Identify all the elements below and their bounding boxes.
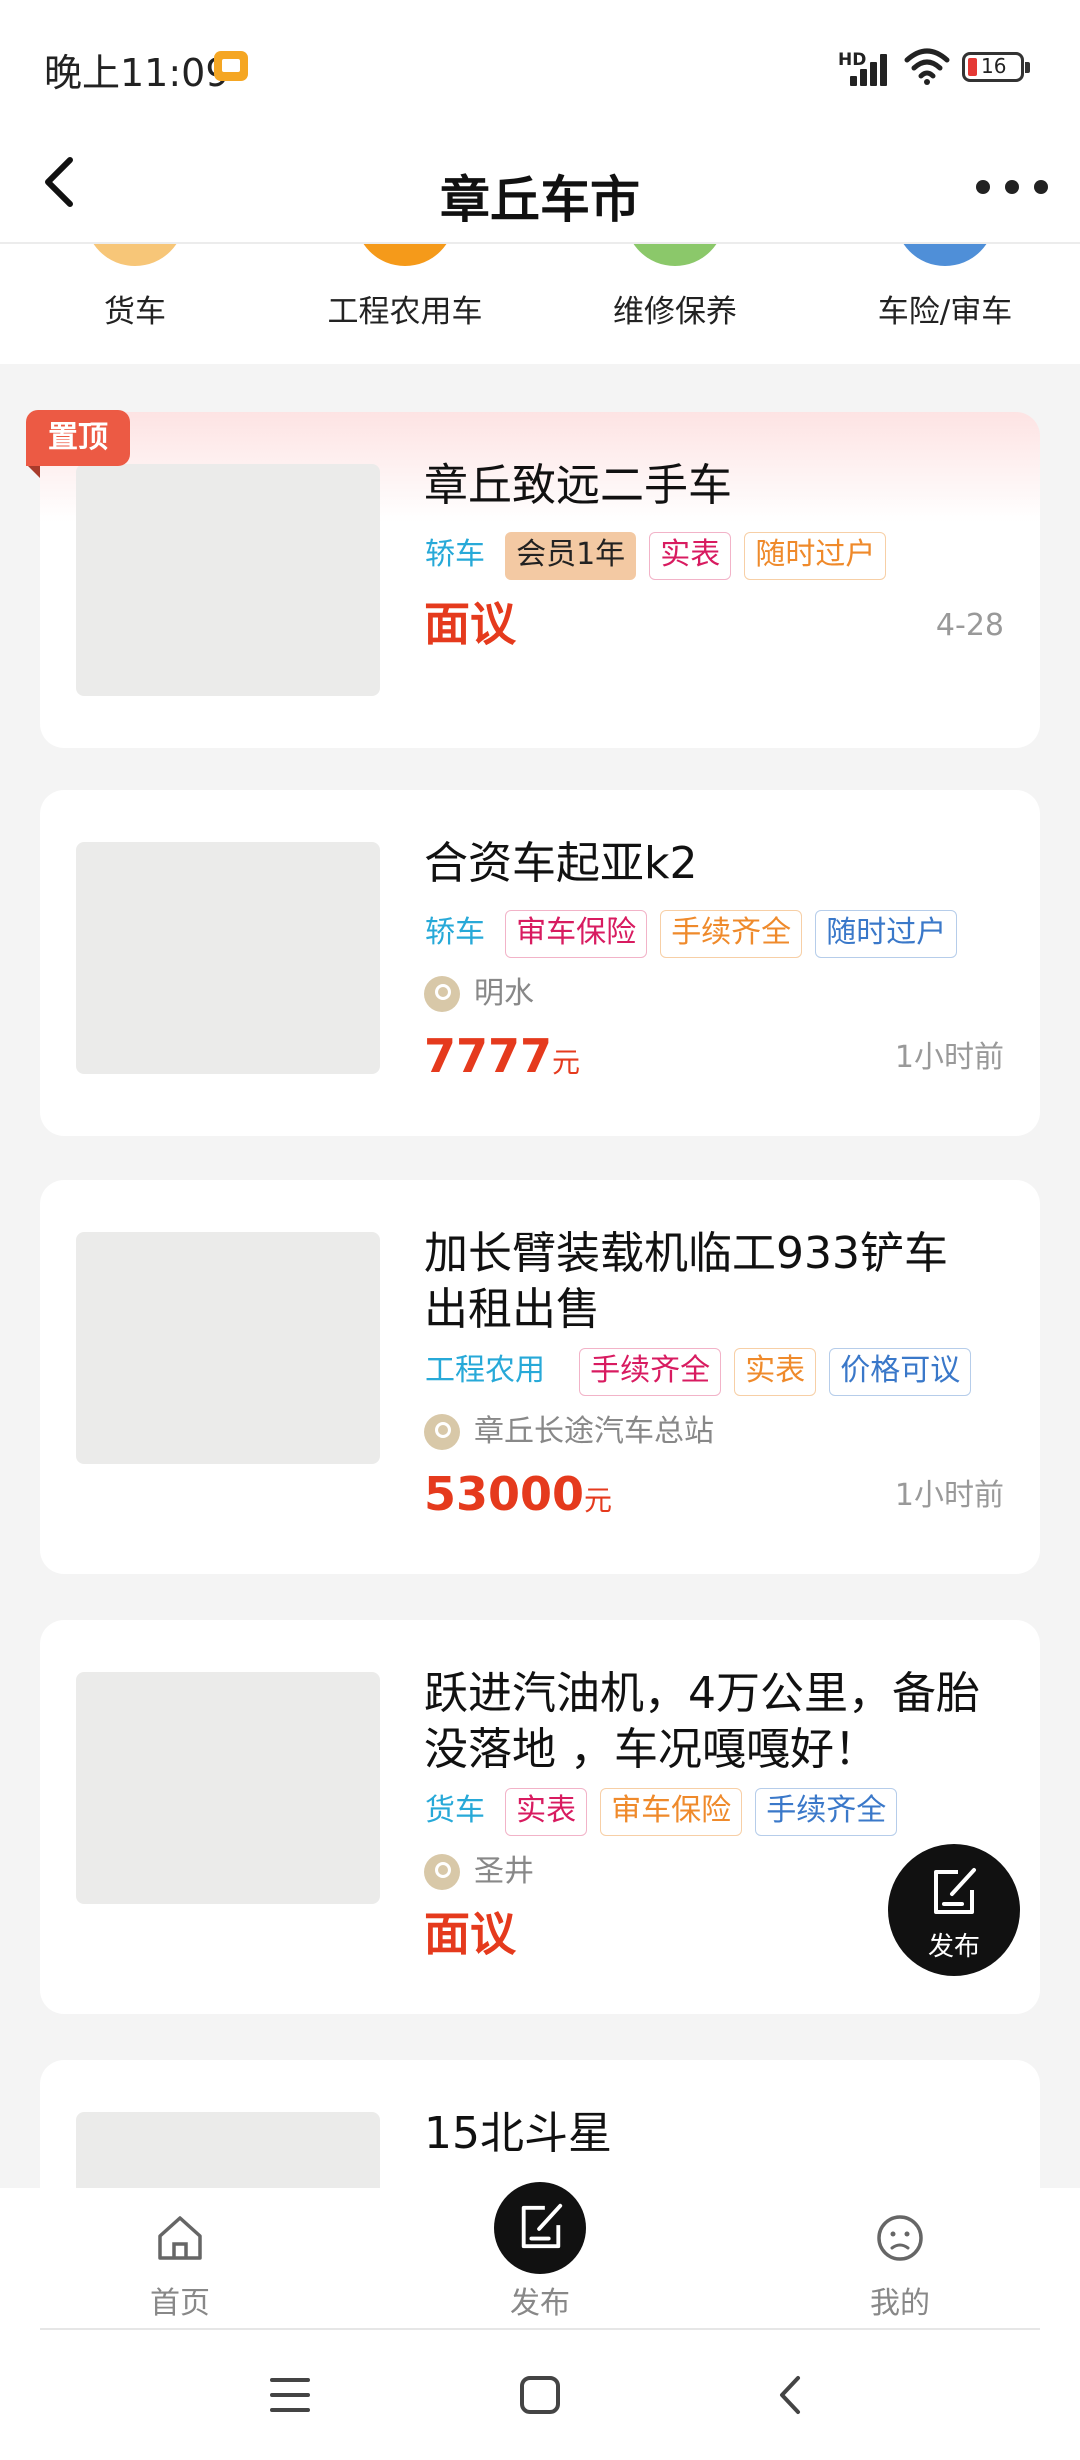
price-value: 面议: [424, 1907, 516, 1961]
tag: 价格可议: [829, 1348, 972, 1396]
category-strip: 货车 工程农用车 维修保养 车险/审车: [0, 244, 1080, 364]
tab-label: 我的: [870, 2286, 930, 2321]
listing-category: 工程农用: [425, 1353, 545, 1388]
category-label: 货车: [104, 294, 166, 330]
nav-bar: 章丘车市: [0, 130, 1080, 244]
price-value: 面议: [424, 597, 516, 651]
listing-time: 1小时前: [894, 1478, 1004, 1513]
listing-title-line: 跃进汽油机，4万公里，备胎: [424, 1668, 980, 1719]
tabbar-divider: [40, 2328, 1040, 2330]
tab-home[interactable]: 首页: [80, 2188, 280, 2330]
tag: 手续齐全: [660, 910, 803, 958]
tag: 手续齐全: [755, 1788, 898, 1836]
location-text: 章丘长途汽车总站: [474, 1414, 714, 1449]
listing-card[interactable]: 合资车起亚k2 轿车 审车保险 手续齐全 随时过户 明水 7777元 1小时前: [40, 790, 1040, 1136]
battery-level: 16: [981, 54, 1007, 78]
price-value: 53000: [424, 1467, 585, 1521]
tag: 实表: [734, 1348, 817, 1396]
tab-label: 发布: [510, 2286, 570, 2321]
price-unit: 元: [552, 1046, 581, 1079]
tag: 随时过户: [744, 532, 887, 580]
publish-fab-button[interactable]: 发布: [888, 1844, 1020, 1976]
fab-label: 发布: [927, 1932, 980, 1962]
location-text: 明水: [474, 976, 534, 1011]
message-notification-icon: [214, 51, 248, 81]
listing-category: 货车: [425, 1793, 485, 1828]
tag: 实表: [505, 1788, 588, 1836]
location-pin-icon: [424, 1854, 460, 1890]
listing-title: 加长臂装载机临工933铲车 出租出售: [424, 1226, 1010, 1338]
tag: 审车保险: [505, 910, 648, 958]
signal-icon: [842, 50, 890, 86]
system-nav-bar: [0, 2330, 1080, 2460]
tag: 随时过户: [815, 910, 958, 958]
listing-tags: 轿车 会员1年 实表 随时过户: [424, 532, 894, 580]
tag: 会员1年: [505, 532, 637, 580]
price-value: 7777: [424, 1029, 553, 1083]
menu-icon[interactable]: [230, 2330, 350, 2460]
listing-title: 章丘致远二手车: [424, 460, 732, 511]
listing-thumbnail[interactable]: [76, 464, 380, 696]
listing-title-line: 没落地 ，车况嘎嘎好！: [424, 1724, 878, 1775]
listing-tags: 工程农用 手续齐全 实表 价格可议: [424, 1348, 979, 1396]
listing-title-line: 加长臂装载机临工933铲车: [424, 1228, 948, 1279]
location-pin-icon: [424, 1414, 460, 1450]
edit-icon: [521, 2203, 563, 2249]
listing-tags: 轿车 审车保险 手续齐全 随时过户: [424, 910, 965, 958]
tab-mine[interactable]: 我的: [800, 2188, 1000, 2330]
insurance-category-icon: [895, 244, 995, 266]
price-unit: 元: [584, 1484, 613, 1517]
pinned-badge: 置顶: [26, 410, 130, 466]
tab-label: 首页: [150, 2286, 210, 2321]
status-time: 晚上11:09: [44, 51, 230, 95]
battery-icon: 16: [962, 52, 1030, 82]
listing-thumbnail[interactable]: [76, 1672, 380, 1904]
maintenance-category-icon: [625, 244, 725, 266]
listing-title: 合资车起亚k2: [424, 838, 698, 889]
listing-card[interactable]: 置顶 章丘致远二手车 轿车 会员1年 实表 随时过户 面议 4-28: [26, 410, 1040, 748]
home-icon: [158, 2216, 202, 2260]
bottom-tab-bar: 首页 发布 我的: [0, 2182, 1080, 2330]
page-title: 章丘车市: [440, 171, 640, 229]
wifi-icon: [904, 48, 950, 85]
listing-tags: 货车 实表 审车保险 手续齐全: [424, 1788, 905, 1836]
location-pin-icon: [424, 976, 460, 1012]
tab-publish[interactable]: 发布: [440, 2182, 640, 2330]
category-label: 工程农用车: [327, 294, 483, 330]
system-back-icon[interactable]: [730, 2330, 850, 2460]
listing-price: 面议: [424, 1904, 516, 1964]
category-label: 车险/审车: [877, 294, 1013, 330]
listing-time: 4-28: [935, 608, 1004, 643]
listing-price: 7777元: [424, 1026, 580, 1093]
tag: 实表: [649, 532, 732, 580]
tag: 手续齐全: [579, 1348, 722, 1396]
truck-category-icon: [85, 244, 185, 266]
listing-thumbnail[interactable]: [76, 1232, 380, 1464]
category-label: 维修保养: [613, 294, 737, 330]
listing-title-line: 出租出售: [424, 1284, 600, 1335]
pinned-badge-fold: [26, 464, 40, 478]
location-text: 圣井: [474, 1854, 534, 1889]
profile-face-icon: [877, 2215, 923, 2261]
listing-title: 跃进汽油机，4万公里，备胎 没落地 ，车况嘎嘎好！: [424, 1666, 1010, 1778]
listing-price: 53000元: [424, 1464, 612, 1531]
listing-thumbnail[interactable]: [76, 842, 380, 1074]
engineering-category-icon: [355, 244, 455, 266]
listing-category: 轿车: [425, 915, 485, 950]
home-square-icon[interactable]: [480, 2330, 600, 2460]
more-options-icon[interactable]: [972, 160, 1052, 210]
listing-category: 轿车: [425, 537, 485, 572]
edit-icon: [934, 1868, 976, 1914]
status-bar: 晚上11:09 HD 16: [0, 0, 1080, 130]
listing-card[interactable]: 加长臂装载机临工933铲车 出租出售 工程农用 手续齐全 实表 价格可议 章丘长…: [40, 1180, 1040, 1574]
tag: 审车保险: [600, 1788, 743, 1836]
listing-price: 面议: [424, 594, 516, 654]
listing-time: 1小时前: [894, 1040, 1004, 1075]
listing-title: 15北斗星: [424, 2108, 612, 2159]
publish-tab-circle: [494, 2182, 586, 2274]
